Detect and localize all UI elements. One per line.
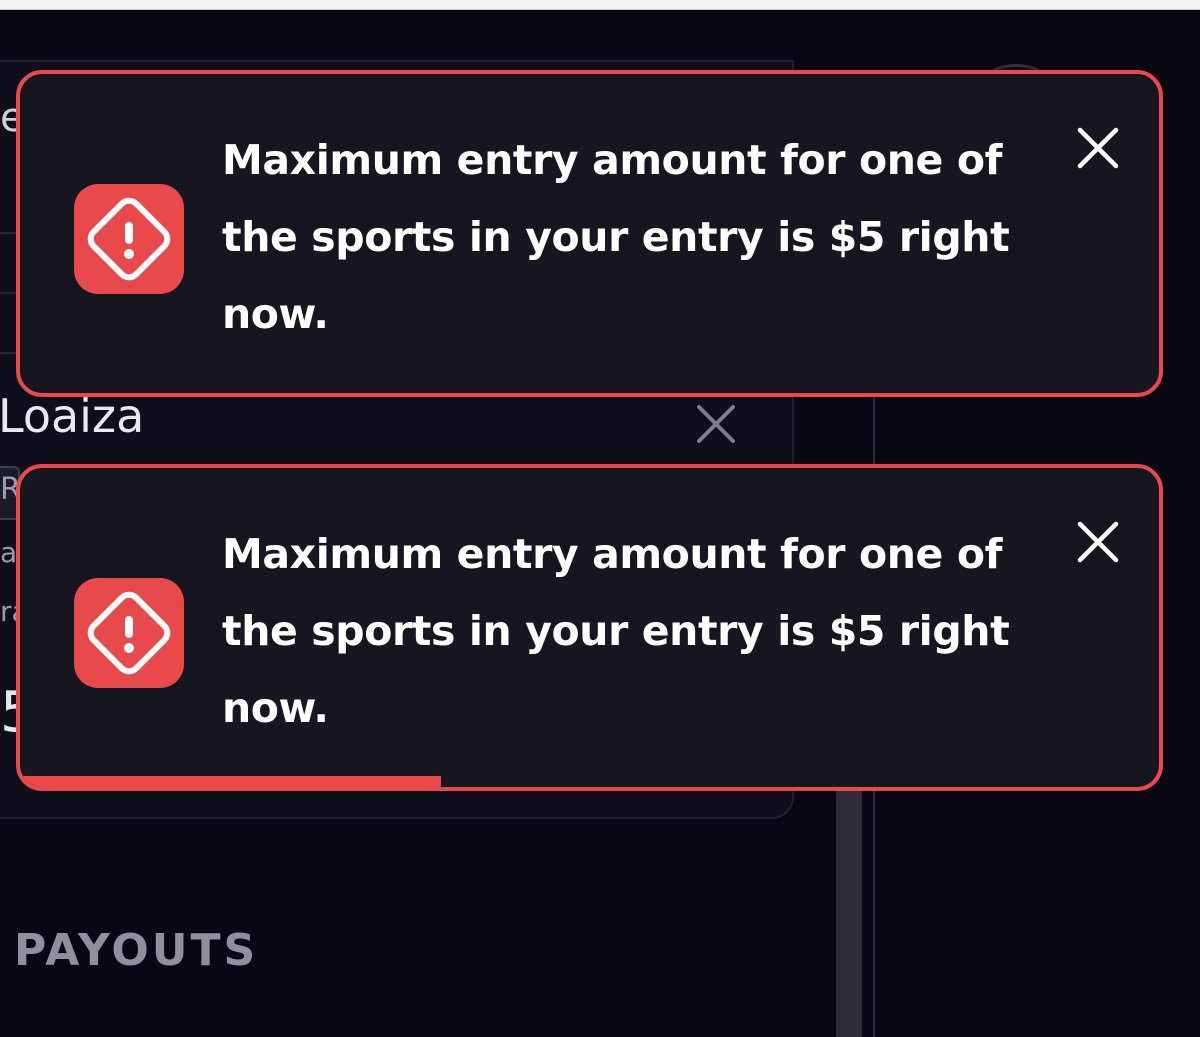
toast-progress-bar [20,776,442,787]
toast-message: Maximum entry amount for one of the spor… [222,530,1010,732]
error-toast: Maximum entry amount for one of the spor… [16,70,1163,397]
partial-text: a [0,536,18,569]
toast-message: Maximum entry amount for one of the spor… [222,136,1010,338]
alert-octagon-icon [74,578,184,688]
window-top-strip [0,0,1200,10]
close-icon[interactable] [1072,122,1124,174]
payouts-heading: PAYOUTS [14,925,259,976]
scrollbar[interactable] [836,790,862,1037]
close-icon[interactable] [1072,516,1124,568]
alert-octagon-icon [74,184,184,294]
app-page: e Loaiza R a ra 5 PAYOUTS Maximum entry … [0,0,1200,1037]
remove-pick-icon[interactable] [695,403,737,445]
error-toast: Maximum entry amount for one of the spor… [16,464,1163,791]
